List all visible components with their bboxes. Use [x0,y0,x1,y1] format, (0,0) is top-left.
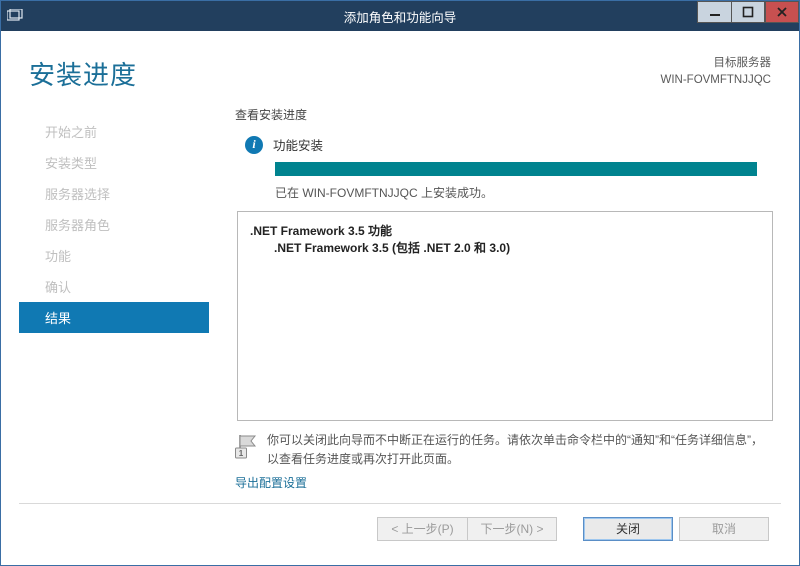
header-row: 安装进度 目标服务器 WIN-FOVMFTNJJQC [19,45,781,92]
svg-text:1: 1 [239,449,244,458]
body-row: 开始之前 安装类型 服务器选择 服务器角色 功能 确认 结果 查看安装进度 i … [19,106,781,503]
next-button: 下一步(N) > [467,517,557,541]
status-text: 功能安装 [273,135,323,154]
sidebar-step-features: 功能 [19,240,209,271]
note-text: 你可以关闭此向导而不中断正在运行的任务。请依次单击命令栏中的“通知”和“任务详细… [267,431,767,468]
nav-button-group: < 上一步(P) 下一步(N) > [377,517,557,541]
section-label: 查看安装进度 [235,106,775,123]
window-controls [697,1,799,31]
window-title: 添加角色和功能向导 [1,7,799,26]
sidebar-step-install-type: 安装类型 [19,147,209,178]
previous-button: < 上一步(P) [377,517,467,541]
target-server-block: 目标服务器 WIN-FOVMFTNJJQC [660,55,771,90]
main-panel: 查看安装进度 i 功能安装 已在 WIN-FOVMFTNJJQC 上安装成功。 … [209,106,781,503]
sidebar-step-confirmation: 确认 [19,271,209,302]
close-wizard-button[interactable]: 关闭 [583,517,673,541]
info-icon: i [245,136,263,154]
wizard-sidebar: 开始之前 安装类型 服务器选择 服务器角色 功能 确认 结果 [19,106,209,503]
titlebar: 添加角色和功能向导 [1,1,799,31]
features-list-box[interactable]: .NET Framework 3.5 功能 .NET Framework 3.5… [237,211,773,421]
sidebar-step-results: 结果 [19,302,209,333]
export-config-link[interactable]: 导出配置设置 [235,474,775,491]
footer: < 上一步(P) 下一步(N) > 关闭 取消 [19,503,781,553]
target-server-name: WIN-FOVMFTNJJQC [660,72,771,89]
sidebar-step-before-you-begin: 开始之前 [19,116,209,147]
install-result-text: 已在 WIN-FOVMFTNJJQC 上安装成功。 [275,184,775,201]
wizard-window: 添加角色和功能向导 安装进度 目标服务器 WIN-FOVMF [0,0,800,566]
feature-parent: .NET Framework 3.5 功能 [250,222,760,239]
close-button[interactable] [765,1,799,23]
note-row: 1 你可以关闭此向导而不中断正在运行的任务。请依次单击命令栏中的“通知”和“任务… [235,431,775,468]
flag-icon: 1 [235,433,257,459]
progress-bar [275,162,757,176]
maximize-button[interactable] [731,1,765,23]
sidebar-step-server-selection: 服务器选择 [19,178,209,209]
app-icon [1,1,29,31]
upper-area: 安装进度 目标服务器 WIN-FOVMFTNJJQC 开始之前 安装类型 服务器… [19,45,781,503]
sidebar-step-server-roles: 服务器角色 [19,209,209,240]
target-server-label: 目标服务器 [660,55,771,72]
feature-child: .NET Framework 3.5 (包括 .NET 2.0 和 3.0) [250,239,760,256]
content-area: 安装进度 目标服务器 WIN-FOVMFTNJJQC 开始之前 安装类型 服务器… [1,31,799,565]
status-row: i 功能安装 [235,135,775,154]
minimize-button[interactable] [697,1,731,23]
page-title: 安装进度 [29,55,137,92]
cancel-button: 取消 [679,517,769,541]
